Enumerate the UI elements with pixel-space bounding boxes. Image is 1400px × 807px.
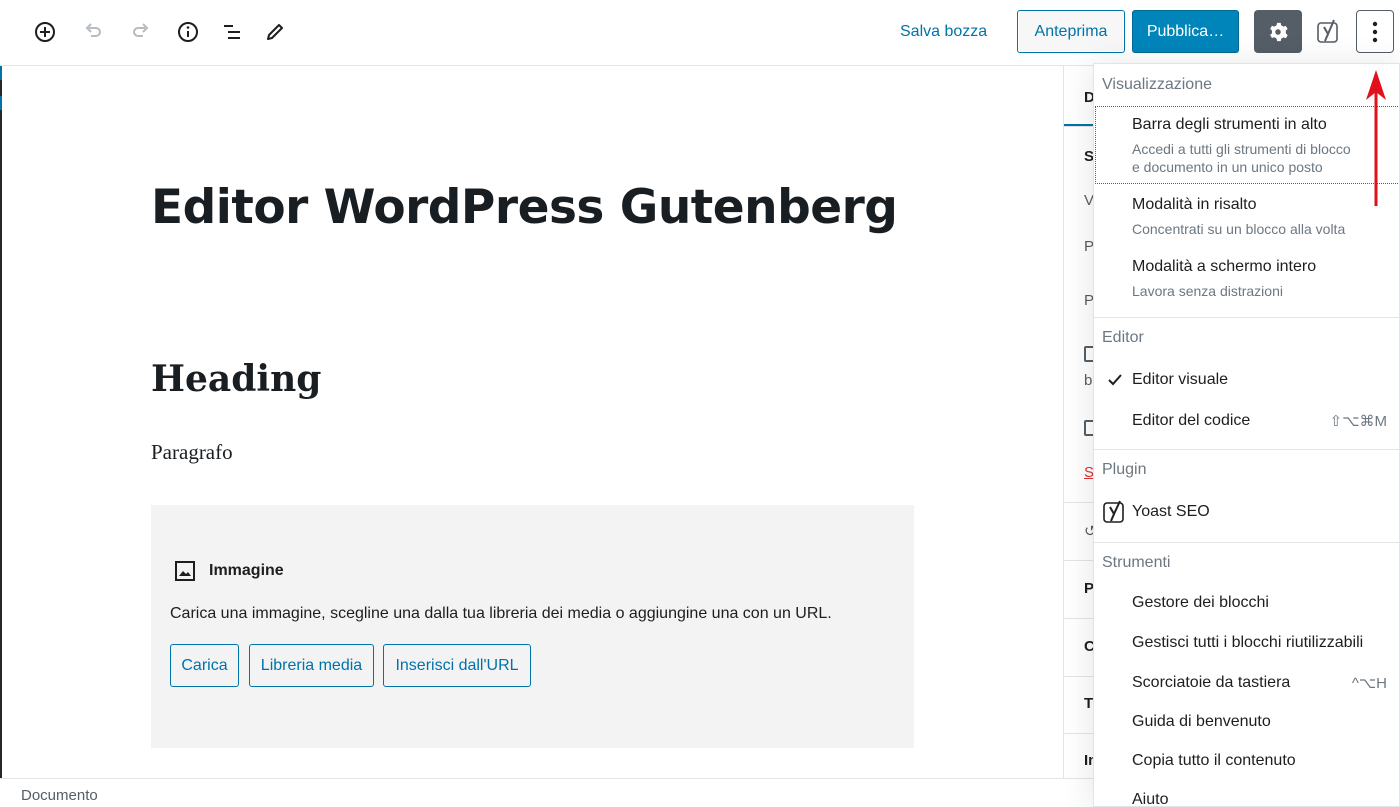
menu-item-yoast-seo[interactable]: Yoast SEO [1132, 503, 1210, 521]
yoast-button[interactable] [1309, 10, 1349, 53]
gear-icon [1270, 22, 1288, 41]
menu-item-top-toolbar[interactable]: Barra degli strumenti in alto [1132, 116, 1327, 134]
add-block-icon[interactable] [27, 14, 63, 50]
check-icon [1108, 373, 1122, 386]
yoast-icon [1102, 500, 1128, 526]
undo-icon[interactable] [75, 14, 111, 50]
image-block-placeholder[interactable]: Immagine Carica una immagine, scegline u… [151, 505, 914, 748]
menu-item-visual-editor[interactable]: Editor visuale [1132, 371, 1228, 389]
heading-block[interactable]: Heading [151, 358, 321, 400]
menu-item-block-manager[interactable]: Gestore dei blocchi [1132, 594, 1269, 612]
shortcut-code-editor: ⇧⌥⌘M [1329, 413, 1387, 430]
settings-button[interactable] [1254, 10, 1302, 53]
menu-item-keyboard-shortcuts[interactable]: Scorciatoie da tastiera [1132, 674, 1290, 692]
image-block-instructions: Carica una immagine, scegline una dalla … [170, 605, 832, 622]
menu-group-title-view: Visualizzazione [1102, 76, 1212, 93]
more-tools-menu: Visualizzazione Barra degli strumenti in… [1093, 63, 1400, 807]
yoast-icon [1317, 19, 1338, 43]
menu-item-reusable-blocks[interactable]: Gestisci tutti i blocchi riutilizzabili [1132, 634, 1363, 652]
more-tools-button[interactable] [1356, 10, 1394, 53]
menu-group-title-editor: Editor [1102, 329, 1144, 346]
editor-header: Salva bozza Anteprima Pubblica… [0, 0, 1400, 66]
menu-item-fullscreen-mode[interactable]: Modalità a schermo intero [1132, 258, 1316, 276]
insert-from-url-button[interactable]: Inserisci dall'URL [383, 644, 531, 687]
sidebar-fragment[interactable]: T [1084, 695, 1093, 712]
image-block-label: Immagine [209, 562, 284, 579]
menu-group-title-plugin: Plugin [1102, 461, 1147, 478]
menu-item-desc: Concentrati su un blocco alla volta [1132, 221, 1346, 237]
upload-button[interactable]: Carica [170, 644, 239, 687]
annotation-arrow [1366, 70, 1386, 206]
edit-icon[interactable] [257, 14, 293, 50]
menu-group-title-tools: Strumenti [1102, 554, 1171, 571]
sidebar-fragment: b [1084, 372, 1093, 389]
menu-item-desc: Lavora senza distrazioni [1132, 283, 1283, 299]
menu-item-copy-all-content[interactable]: Copia tutto il contenuto [1132, 752, 1296, 770]
menu-item-help[interactable]: Aiuto [1132, 791, 1168, 806]
admin-edge [0, 0, 2, 807]
save-draft-button[interactable]: Salva bozza [890, 18, 997, 46]
menu-item-welcome-guide[interactable]: Guida di benvenuto [1132, 713, 1271, 731]
breadcrumb-document[interactable]: Documento [21, 787, 98, 804]
block-navigation-icon[interactable] [214, 14, 250, 50]
more-vertical-icon [1372, 21, 1378, 42]
media-library-button[interactable]: Libreria media [249, 644, 374, 687]
menu-item-desc: Accedi a tutti gli strumenti di blocco [1132, 141, 1351, 157]
publish-button[interactable]: Pubblica… [1132, 10, 1239, 53]
shortcut-keyboard-shortcuts: ^⌥H [1351, 675, 1387, 692]
redo-icon[interactable] [123, 14, 159, 50]
info-icon[interactable] [170, 14, 206, 50]
menu-item-spotlight-mode[interactable]: Modalità in risalto [1132, 196, 1257, 214]
menu-item-code-editor[interactable]: Editor del codice [1132, 412, 1250, 430]
paragraph-block[interactable]: Paragrafo [151, 440, 233, 465]
image-icon [173, 559, 197, 583]
menu-item-desc: e documento in un unico posto [1132, 159, 1323, 175]
post-title[interactable]: Editor WordPress Gutenberg [151, 180, 898, 235]
preview-button[interactable]: Anteprima [1017, 10, 1125, 53]
